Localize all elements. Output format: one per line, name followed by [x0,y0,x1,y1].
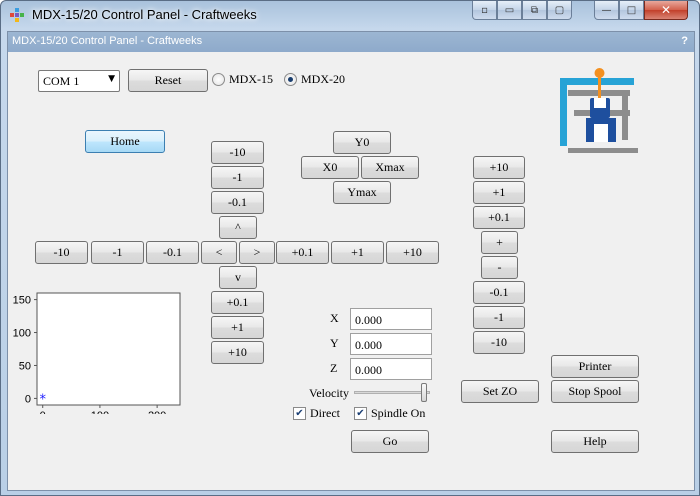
logo-top-rail [560,78,634,85]
x0-button[interactable]: X0 [301,156,359,179]
jog-y-minus-1-button[interactable]: -1 [211,166,264,189]
com-port-value: COM 1 [43,74,80,88]
jog-y-plus-0.1-button[interactable]: +0.1 [211,291,264,314]
y-tick-label: 150 [13,295,31,307]
x-coord-label: X [330,311,339,325]
jog-y-minus-10-button[interactable]: -10 [211,141,264,164]
x-tick-label: 100 [91,410,109,414]
jog-z-minus-0.1-button[interactable]: -0.1 [473,281,525,304]
jog-left-button[interactable]: < [201,241,237,264]
minimize-icon[interactable]: — [594,1,619,20]
jog-x-plus-1-button[interactable]: +1 [331,241,384,264]
plot-area [36,292,181,406]
radio-mdx20-label: MDX-20 [301,72,345,86]
position-point: * [39,392,46,407]
stop-spool-button[interactable]: Stop Spool [551,380,639,403]
app-window: MDX-15/20 Control Panel - Craftweeks ▫ ▭… [0,0,700,496]
window-caption-buttons: — □ ✕ [594,1,688,20]
jog-x-minus-1-button[interactable]: -1 [91,241,144,264]
jog-z-minus-10-button[interactable]: -10 [473,331,525,354]
mdi-button-3[interactable]: ⧉ [522,1,547,20]
y-tick-label: 100 [13,328,31,340]
direct-check-icon[interactable]: ✔ [293,407,306,420]
spindle-on-checkbox[interactable]: ✔ Spindle On [354,406,425,421]
window-title: MDX-15/20 Control Panel - Craftweeks [32,7,257,22]
y-coord-label: Y [330,336,339,350]
jog-x-plus-0.1-button[interactable]: +0.1 [276,241,329,264]
ymax-button[interactable]: Ymax [333,181,391,204]
jog-z-plus-1-button[interactable]: +1 [473,181,525,204]
control-panel: MDX-15/20 Control Panel - Craftweeks ? C… [7,31,695,491]
close-icon[interactable]: ✕ [644,1,688,20]
mdi-button-1[interactable]: ▫ [472,1,497,20]
radio-mdx15[interactable]: MDX-15 [212,72,273,87]
jog-down-button[interactable]: v [219,266,257,289]
radio-mdx15-label: MDX-15 [229,72,273,86]
direct-checkbox[interactable]: ✔ Direct [293,406,340,421]
reset-button[interactable]: Reset [128,69,208,92]
panel-title: MDX-15/20 Control Panel - Craftweeks [12,35,203,47]
z-coord-field[interactable]: 0.000 [350,358,432,380]
jog-x-plus-10-button[interactable]: +10 [386,241,439,264]
jog-x-minus-0.1-button[interactable]: -0.1 [146,241,199,264]
velocity-label: Velocity [309,386,349,400]
jog-z-plus-0.1-button[interactable]: +0.1 [473,206,525,229]
mdi-button-4[interactable]: ▢ [547,1,572,20]
com-port-select[interactable]: COM 1 ▼ [38,70,120,92]
jog-x-minus-10-button[interactable]: -10 [35,241,88,264]
radio-mdx20[interactable]: MDX-20 [284,72,345,87]
jog-right-button[interactable]: > [239,241,275,264]
chevron-down-icon[interactable]: ▼ [108,74,115,84]
mdi-caption-buttons: ▫ ▭ ⧉ ▢ [472,1,572,20]
velocity-slider-thumb[interactable] [421,383,427,402]
jog-y-plus-10-button[interactable]: +10 [211,341,264,364]
go-button[interactable]: Go [351,430,429,453]
set-zo-button[interactable]: Set ZO [461,380,539,403]
home-button[interactable]: Home [85,130,165,153]
jog-y-plus-1-button[interactable]: +1 [211,316,264,339]
spindle-on-label: Spindle On [371,406,426,420]
app-icon [10,8,24,22]
help-icon[interactable]: ? [681,35,688,47]
help-button[interactable]: Help [551,430,639,453]
position-plot: 150 100 50 0 0 100 200 * [13,292,181,414]
direct-label: Direct [310,406,340,420]
logo-spindle-head [594,68,605,78]
jog-z-plus-10-button[interactable]: +10 [473,156,525,179]
y-tick-label: 0 [25,393,31,405]
window-titlebar[interactable]: MDX-15/20 Control Panel - Craftweeks ▫ ▭… [1,1,699,29]
x-coord-field[interactable]: 0.000 [350,308,432,330]
radio-mdx20-dot[interactable] [284,73,297,86]
logo-left-rail [560,78,567,146]
jog-z-minus-1-button[interactable]: -1 [473,306,525,329]
xmax-button[interactable]: Xmax [361,156,419,179]
spindle-check-icon[interactable]: ✔ [354,407,367,420]
z-coord-label: Z [330,361,338,375]
y-coord-field[interactable]: 0.000 [350,333,432,355]
jog-z-down-button[interactable]: - [481,256,518,279]
y0-button[interactable]: Y0 [333,131,391,154]
x-tick-label: 200 [148,410,166,414]
maximize-icon[interactable]: □ [619,1,644,20]
jog-y-minus-0.1-button[interactable]: -0.1 [211,191,264,214]
x-tick-label: 0 [40,410,46,414]
radio-mdx15-dot[interactable] [212,73,225,86]
y-tick-label: 50 [19,360,31,372]
jog-z-up-button[interactable]: + [481,231,518,254]
velocity-slider[interactable] [354,391,430,394]
logo-base [568,148,638,153]
jog-up-button[interactable]: ^ [219,216,257,239]
craftweeks-logo [560,68,638,153]
printer-button[interactable]: Printer [551,355,639,378]
panel-titlebar: MDX-15/20 Control Panel - Craftweeks ? [8,32,694,52]
mdi-button-2[interactable]: ▭ [497,1,522,20]
